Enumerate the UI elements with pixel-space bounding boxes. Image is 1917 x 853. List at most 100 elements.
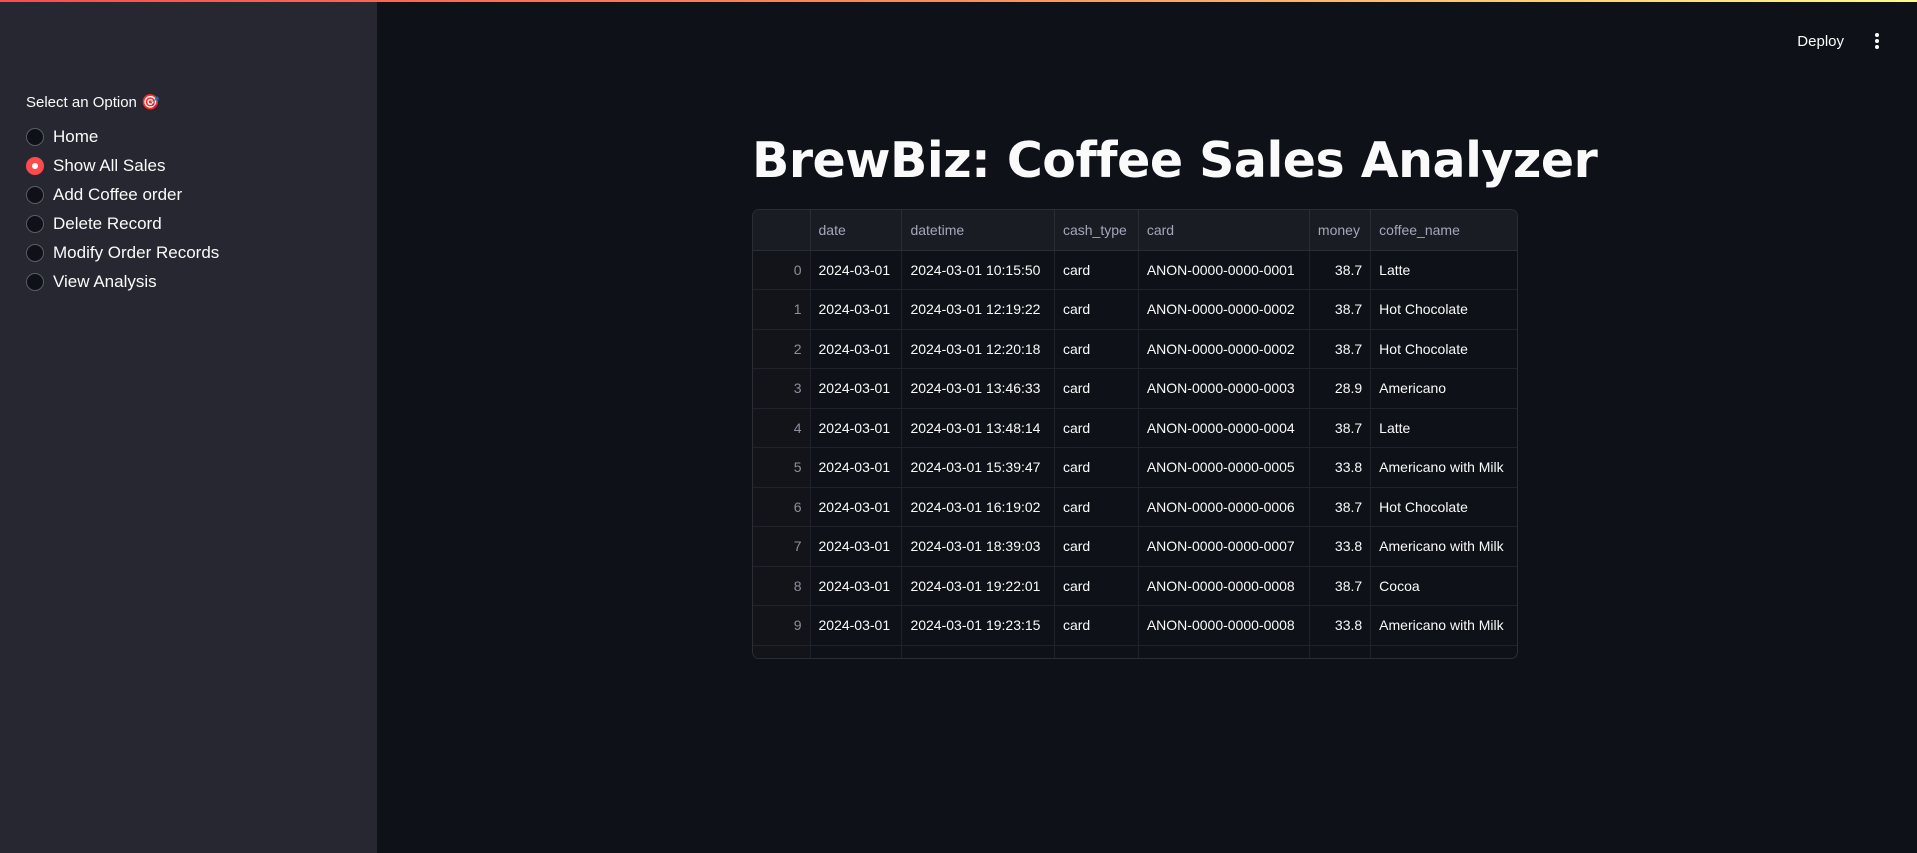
table-cell-money[interactable]: 28.9: [1309, 368, 1372, 409]
table-cell-date[interactable]: 2024-03-01: [810, 526, 903, 567]
table-cell-datetime[interactable]: 2024-03-01 19:23:15: [901, 605, 1055, 646]
table-cell-money[interactable]: 33.8: [1309, 526, 1372, 567]
table-row[interactable]: 7 2024-03-01 2024-03-01 18:39:03 card ANON-0…: [753, 526, 1517, 567]
table-cell-card[interactable]: ANON-0000-0000-0009: [1138, 645, 1310, 658]
row-index-cell[interactable]: 9: [753, 605, 811, 646]
column-header-card[interactable]: card: [1138, 210, 1310, 251]
deploy-button[interactable]: Deploy: [1797, 33, 1844, 50]
table-row[interactable]: 8 2024-03-01 2024-03-01 19:22:01 card ANON-0…: [753, 566, 1517, 606]
table-cell-money[interactable]: 33.8: [1309, 645, 1372, 658]
table-cell-coffee_name[interactable]: Americano: [1370, 368, 1517, 409]
kebab-menu-icon[interactable]: [1870, 31, 1884, 51]
table-cell-cash_type[interactable]: card: [1054, 526, 1139, 567]
table-cell-cash_type[interactable]: card: [1054, 605, 1139, 646]
radio-option-view-analysis[interactable]: View Analysis: [26, 267, 219, 296]
table-cell-cash_type[interactable]: card: [1054, 447, 1139, 488]
table-cell-coffee_name[interactable]: Cocoa: [1370, 566, 1517, 606]
table-cell-card[interactable]: ANON-0000-0000-0003: [1138, 368, 1310, 409]
table-cell-date[interactable]: 2024-03-01: [810, 566, 903, 606]
table-cell-coffee_name[interactable]: Americano with Milk: [1370, 447, 1517, 488]
table-cell-date[interactable]: 2024-03-01: [810, 289, 903, 330]
radio-button-icon[interactable]: [26, 127, 44, 146]
table-cell-date[interactable]: 2024-03-01: [810, 368, 903, 409]
table-cell-date[interactable]: 2024-03-01: [810, 250, 903, 290]
table-cell-coffee_name[interactable]: Latte: [1370, 250, 1517, 290]
row-index-cell[interactable]: 6: [753, 487, 811, 527]
table-cell-card[interactable]: ANON-0000-0000-0001: [1138, 250, 1310, 290]
table-cell-date[interactable]: 2024-03-01: [810, 645, 903, 658]
radio-button-icon[interactable]: [26, 185, 44, 204]
table-cell-card[interactable]: ANON-0000-0000-0005: [1138, 447, 1310, 488]
table-row[interactable]: 102024-03-012024-03-01 20:48:34cardANON-…: [753, 645, 1517, 658]
table-cell-card[interactable]: ANON-0000-0000-0008: [1138, 605, 1310, 646]
table-cell-date[interactable]: 2024-03-01: [810, 605, 903, 646]
table-cell-coffee_name[interactable]: Hot Chocolate: [1370, 289, 1517, 330]
table-cell-money[interactable]: 38.7: [1309, 250, 1372, 290]
column-header-datetime[interactable]: datetime: [901, 210, 1055, 251]
row-index-cell[interactable]: 8: [753, 566, 811, 606]
table-row[interactable]: 2 2024-03-01 2024-03-01 12:20:18 card ANON-0…: [753, 329, 1517, 369]
sales-table[interactable]: date datetime cash_type card money coffee_nam…: [752, 209, 1518, 659]
radio-option-show-all-sales[interactable]: Show All Sales: [26, 151, 219, 180]
table-cell-coffee_name[interactable]: Hot Chocolate: [1370, 329, 1517, 369]
row-index-cell[interactable]: 10: [753, 645, 811, 658]
column-header-date[interactable]: date: [810, 210, 903, 251]
table-cell-cash_type[interactable]: card: [1054, 566, 1139, 606]
table-cell-date[interactable]: 2024-03-01: [810, 329, 903, 369]
row-index-cell[interactable]: 5: [753, 447, 811, 488]
table-cell-datetime[interactable]: 2024-03-01 13:46:33: [901, 368, 1055, 409]
table-cell-date[interactable]: 2024-03-01: [810, 408, 903, 448]
row-index-cell[interactable]: 7: [753, 526, 811, 567]
table-cell-coffee_name[interactable]: Americano with Milk: [1370, 526, 1517, 567]
column-header-cash_type[interactable]: cash_type: [1054, 210, 1139, 251]
table-cell-datetime[interactable]: 2024-03-01 18:39:03: [901, 526, 1055, 567]
table-cell-coffee_name[interactable]: Americano with Milk: [1370, 645, 1517, 658]
radio-button-icon[interactable]: [26, 214, 44, 233]
table-cell-money[interactable]: 33.8: [1309, 447, 1372, 488]
table-cell-card[interactable]: ANON-0000-0000-0004: [1138, 408, 1310, 448]
radio-button-icon[interactable]: [26, 243, 44, 262]
radio-option-modify-order-records[interactable]: Modify Order Records: [26, 238, 219, 267]
radio-option-home[interactable]: Home: [26, 122, 219, 151]
table-cell-cash_type[interactable]: card: [1054, 408, 1139, 448]
table-cell-card[interactable]: ANON-0000-0000-0002: [1138, 289, 1310, 330]
table-cell-date[interactable]: 2024-03-01: [810, 487, 903, 527]
table-cell-datetime[interactable]: 2024-03-01 10:15:50: [901, 250, 1055, 290]
row-index-cell[interactable]: 0: [753, 250, 811, 290]
table-row[interactable]: 6 2024-03-01 2024-03-01 16:19:02 card ANON-0…: [753, 487, 1517, 527]
table-row[interactable]: 3 2024-03-01 2024-03-01 13:46:33 card ANON-0…: [753, 368, 1517, 409]
column-header-coffee_name[interactable]: coffee_name: [1370, 210, 1517, 251]
table-cell-datetime[interactable]: 2024-03-01 16:19:02: [901, 487, 1055, 527]
index-column-header[interactable]: [753, 210, 811, 251]
table-cell-coffee_name[interactable]: Latte: [1370, 408, 1517, 448]
table-cell-cash_type[interactable]: card: [1054, 329, 1139, 369]
table-cell-money[interactable]: 38.7: [1309, 487, 1372, 527]
table-cell-datetime[interactable]: 2024-03-01 15:39:47: [901, 447, 1055, 488]
row-index-cell[interactable]: 1: [753, 289, 811, 330]
table-cell-cash_type[interactable]: card: [1054, 487, 1139, 527]
table-cell-money[interactable]: 33.8: [1309, 605, 1372, 646]
table-cell-cash_type[interactable]: card: [1054, 368, 1139, 409]
radio-option-add-coffee-order[interactable]: Add Coffee order: [26, 180, 219, 209]
table-cell-datetime[interactable]: 2024-03-01 19:22:01: [901, 566, 1055, 606]
table-cell-datetime[interactable]: 2024-03-01 13:48:14: [901, 408, 1055, 448]
table-row[interactable]: 1 2024-03-01 2024-03-01 12:19:22 card ANON-0…: [753, 289, 1517, 330]
table-cell-cash_type[interactable]: card: [1054, 250, 1139, 290]
table-cell-cash_type[interactable]: card: [1054, 289, 1139, 330]
radio-option-delete-record[interactable]: Delete Record: [26, 209, 219, 238]
table-cell-money[interactable]: 38.7: [1309, 289, 1372, 330]
table-row[interactable]: 4 2024-03-01 2024-03-01 13:48:14 card ANON-0…: [753, 408, 1517, 448]
table-cell-money[interactable]: 38.7: [1309, 408, 1372, 448]
table-cell-card[interactable]: ANON-0000-0000-0002: [1138, 329, 1310, 369]
radio-button-icon[interactable]: [26, 156, 44, 175]
radio-button-icon[interactable]: [26, 272, 44, 291]
table-row[interactable]: 0 2024-03-01 2024-03-01 10:15:50 card ANON-0…: [753, 250, 1517, 290]
table-cell-coffee_name[interactable]: Hot Chocolate: [1370, 487, 1517, 527]
row-index-cell[interactable]: 3: [753, 368, 811, 409]
table-cell-datetime[interactable]: 2024-03-01 12:19:22: [901, 289, 1055, 330]
table-cell-date[interactable]: 2024-03-01: [810, 447, 903, 488]
table-cell-card[interactable]: ANON-0000-0000-0008: [1138, 566, 1310, 606]
table-cell-cash_type[interactable]: card: [1054, 645, 1139, 658]
row-index-cell[interactable]: 2: [753, 329, 811, 369]
table-row[interactable]: 5 2024-03-01 2024-03-01 15:39:47 card ANON-0…: [753, 447, 1517, 488]
